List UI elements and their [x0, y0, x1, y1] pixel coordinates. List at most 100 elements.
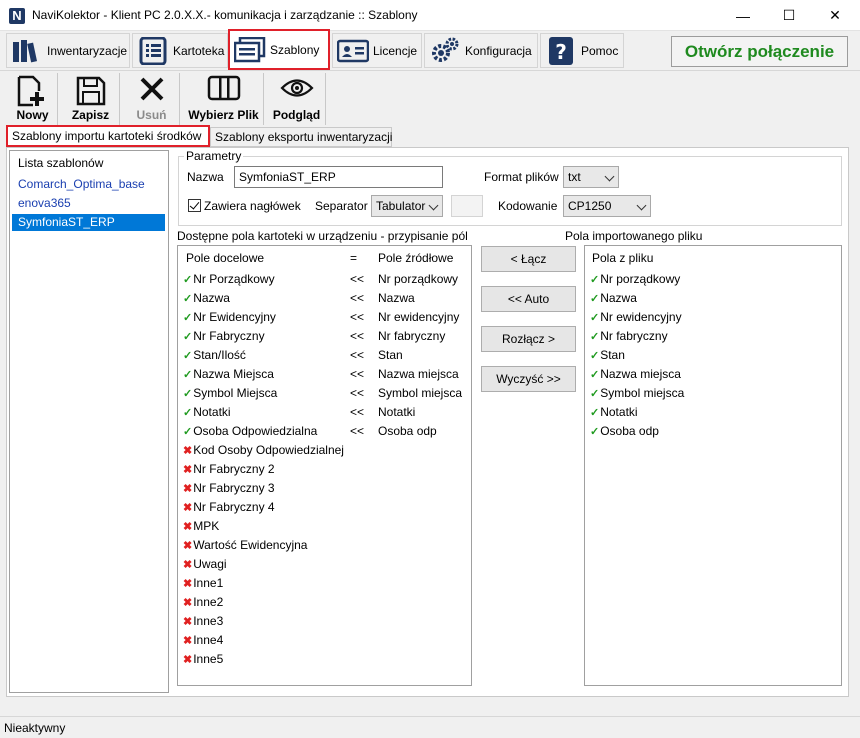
delete-button[interactable]: Usuń	[124, 73, 180, 125]
source-field: Osoba odp	[378, 424, 437, 438]
minimize-button[interactable]: —	[720, 0, 766, 31]
table-row[interactable]: ✖Nr Fabryczny 3	[183, 479, 275, 498]
save-button[interactable]: Zapisz	[62, 73, 120, 125]
target-field: Symbol Miejsca	[193, 386, 278, 400]
link-button[interactable]: < Łącz	[481, 246, 576, 272]
close-button[interactable]: ✕	[812, 0, 858, 31]
template-list[interactable]: Lista szablonów Comarch_Optima_base enov…	[9, 150, 169, 693]
table-row[interactable]: ✖Inne1	[183, 574, 223, 593]
separator-select[interactable]: Tabulator	[371, 195, 443, 217]
tab-pomoc[interactable]: ? Pomoc	[540, 33, 624, 68]
check-icon: ✓	[590, 331, 600, 343]
col-source: Pole źródłowe	[378, 251, 454, 265]
check-icon: ✓	[590, 293, 600, 305]
unlink-button[interactable]: Rozłącz >	[481, 326, 576, 352]
table-row[interactable]: ✓Nr Ewidencyjny	[183, 308, 276, 327]
table-row[interactable]: ✖Nr Fabryczny 4	[183, 498, 275, 517]
encoding-select[interactable]: CP1250	[563, 195, 651, 217]
new-file-icon	[16, 75, 50, 110]
list-item-selected[interactable]: SymfoniaST_ERP	[12, 214, 165, 231]
target-field: Wartość Ewidencyjna	[193, 538, 308, 552]
list-item[interactable]: ✓Stan	[590, 346, 625, 365]
list-item[interactable]: ✓Osoba odp	[590, 422, 659, 441]
headers-checkbox[interactable]	[188, 199, 201, 212]
table-row[interactable]: ✖Uwagi	[183, 555, 227, 574]
table-row[interactable]: ✓Nr Porządkowy	[183, 270, 275, 289]
horizontal-scrollbar[interactable]	[0, 700, 860, 715]
tab-szablony[interactable]: Szablony	[228, 29, 330, 70]
table-row[interactable]: ✓Stan/Ilość	[183, 346, 246, 365]
table-row[interactable]: ✓Notatki	[183, 403, 231, 422]
mapping-op: <<	[350, 329, 365, 343]
check-icon: ✓	[590, 369, 600, 381]
preview-label: Podgląd	[272, 108, 321, 122]
name-input[interactable]: SymfoniaST_ERP	[234, 166, 443, 188]
separator-custom-input[interactable]	[451, 195, 483, 217]
tab-inwentaryzacje[interactable]: Inwentaryzacje	[6, 33, 130, 68]
cross-icon: ✖	[183, 540, 193, 552]
save-icon	[75, 75, 107, 110]
tab-konfiguracja[interactable]: Konfiguracja	[424, 33, 538, 68]
list-item[interactable]: ✓Nr ewidencyjny	[590, 308, 682, 327]
preview-button[interactable]: Podgląd	[268, 73, 326, 125]
table-row[interactable]: ✖Nr Fabryczny 2	[183, 460, 275, 479]
table-row[interactable]: ✓Nr Fabryczny	[183, 327, 265, 346]
check-icon: ✓	[590, 274, 600, 286]
table-row[interactable]: ✓Osoba Odpowiedzialna	[183, 422, 317, 441]
mapping-op: <<	[350, 348, 365, 362]
chevron-down-icon	[604, 171, 615, 182]
check-icon: ✓	[183, 331, 193, 343]
list-item[interactable]: enova365	[12, 195, 165, 212]
list-item[interactable]: ✓Nazwa miejsca	[590, 365, 681, 384]
new-button[interactable]: Nowy	[8, 73, 58, 125]
cross-icon: ✖	[183, 521, 193, 533]
source-field: Nr fabryczny	[378, 329, 446, 343]
file-field-label: Nazwa miejsca	[600, 367, 681, 381]
list-item[interactable]: ✓Symbol miejsca	[590, 384, 684, 403]
list-item[interactable]: ✓Nazwa	[590, 289, 637, 308]
maximize-button[interactable]: ☐	[766, 0, 812, 31]
list-item[interactable]: ✓Nr porządkowy	[590, 270, 680, 289]
tab-licencje[interactable]: Licencje	[332, 33, 422, 68]
choose-file-button[interactable]: Wybierz Plik	[184, 73, 264, 125]
table-row[interactable]: ✖Inne4	[183, 631, 223, 650]
table-row[interactable]: ✖Wartość Ewidencyjna	[183, 536, 307, 555]
list-item[interactable]: Comarch_Optima_base	[12, 176, 165, 193]
tab-kartoteka[interactable]: Kartoteka	[132, 33, 228, 68]
cross-icon: ✖	[183, 559, 193, 571]
format-select[interactable]: txt	[563, 166, 619, 188]
target-field: Uwagi	[193, 557, 227, 571]
file-field-label: Nr porządkowy	[600, 272, 681, 286]
delete-label: Usuń	[136, 108, 167, 122]
tab-import-templates[interactable]: Szablony importu kartoteki środków	[6, 125, 210, 147]
mapping-op: <<	[350, 291, 365, 305]
table-row[interactable]: ✖Inne2	[183, 593, 223, 612]
table-row[interactable]: ✖MPK	[183, 517, 219, 536]
target-field: Nr Fabryczny 4	[193, 500, 275, 514]
table-row[interactable]: ✓Nazwa	[183, 289, 230, 308]
window-title: NaviKolektor - Klient PC 2.0.X.X.- komun…	[32, 8, 418, 22]
table-row[interactable]: ✖Inne3	[183, 612, 223, 631]
target-field: Inne2	[193, 595, 224, 609]
table-row[interactable]: ✖Inne5	[183, 650, 223, 669]
check-icon: ✓	[183, 407, 193, 419]
open-connection-button[interactable]: Otwórz połączenie	[671, 36, 848, 67]
source-field: Nazwa	[378, 291, 415, 305]
auto-button[interactable]: << Auto	[481, 286, 576, 312]
mapping-op: <<	[350, 405, 365, 419]
tab-export-templates[interactable]: Szablony eksportu inwentaryzacji	[210, 127, 392, 147]
table-row[interactable]: ✓Nazwa Miejsca	[183, 365, 274, 384]
target-field: Stan/Ilość	[193, 348, 246, 362]
tab-label: Inwentaryzacje	[47, 43, 128, 58]
table-row[interactable]: ✓Symbol Miejsca	[183, 384, 277, 403]
toolbar: Nowy Zapisz Usuń Wybierz Plik Podgląd	[0, 70, 860, 126]
target-field: Inne3	[193, 614, 224, 628]
cross-icon: ✖	[183, 464, 193, 476]
choose-file-label: Wybierz Plik	[188, 108, 259, 122]
target-field: Nr Fabryczny 3	[193, 481, 275, 495]
clear-button[interactable]: Wyczyść >>	[481, 366, 576, 392]
table-row[interactable]: ✖Kod Osoby Odpowiedzialnej	[183, 441, 344, 460]
list-item[interactable]: ✓Nr fabryczny	[590, 327, 668, 346]
svg-text:?: ?	[555, 40, 567, 64]
list-item[interactable]: ✓Notatki	[590, 403, 638, 422]
